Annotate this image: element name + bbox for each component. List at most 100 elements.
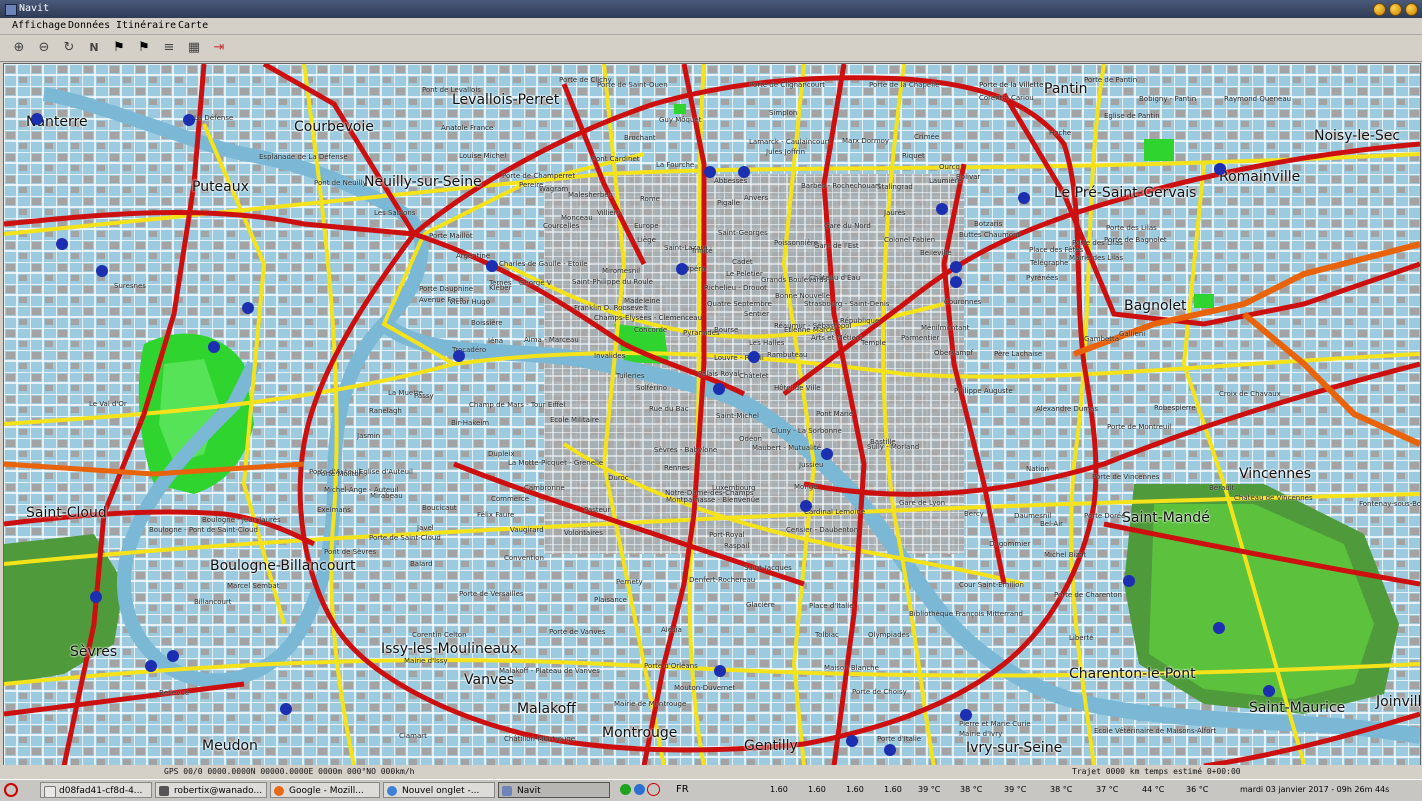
- quit-icon[interactable]: ⇥: [210, 39, 228, 57]
- clock-icon[interactable]: [647, 783, 661, 796]
- app-icon: [5, 4, 17, 16]
- street-label: Porte de Charenton: [1054, 591, 1122, 599]
- temp-7: 36 °C: [1186, 785, 1209, 794]
- street-label: Exelmans: [317, 506, 351, 514]
- street-label: Crimée: [914, 133, 940, 141]
- street-label: Volontaires: [564, 529, 603, 537]
- place-label: Puteaux: [192, 179, 249, 195]
- street-label: Commerce: [491, 495, 529, 503]
- street-label: Denfert-Rochereau: [689, 576, 756, 584]
- street-label: Gare de Lyon: [899, 499, 946, 507]
- menu-itineraire[interactable]: Itinéraire: [116, 18, 176, 34]
- task-item[interactable]: Google - Mozill...: [270, 782, 380, 798]
- street-label: Jules Joffrin: [766, 148, 806, 156]
- place-label: Levallois-Perret: [452, 92, 560, 108]
- place-label: Noisy-le-Sec: [1314, 128, 1401, 144]
- zoom-out-icon[interactable]: ⊖: [35, 39, 53, 57]
- map-canvas[interactable]: Nanterre Courbevoie Levallois-Perret Pan…: [3, 63, 1421, 767]
- street-label: Louvre - Rivoli: [714, 354, 764, 362]
- street-label: Gare de l'Est: [814, 242, 859, 250]
- temp-1: 39 °C: [918, 785, 941, 794]
- street-label: Porte de la Villette: [979, 81, 1044, 89]
- street-label: Jaurès: [884, 209, 906, 217]
- menu-affichage[interactable]: Affichage: [12, 18, 66, 34]
- street-label: Franklin D. Roosevelt: [574, 304, 648, 312]
- start-menu-icon[interactable]: [2, 782, 20, 798]
- street-label: Boulogne - Pont de Saint-Cloud: [149, 526, 258, 534]
- street-label: Buttes Chaumont: [959, 231, 1021, 239]
- toolbar: ⊕ ⊖ ↻ N ⚑ ⚑ ≡ ▦ ⇥: [0, 35, 1422, 62]
- street-label: Maison Blanche: [824, 664, 879, 672]
- street-label: Cambronne: [524, 484, 565, 492]
- destination-flag-icon[interactable]: ⚑: [135, 39, 153, 57]
- menu-donnees[interactable]: Données: [68, 18, 110, 34]
- cpu-load-2: 1.60: [808, 785, 826, 794]
- status-bar: GPS 00/0 0000.0000N 00000.0000E 0000m 00…: [0, 765, 1422, 778]
- network-icon[interactable]: [620, 784, 631, 795]
- street-label: Liberté: [1069, 634, 1094, 642]
- street-label: Porte de Clignancourt: [749, 81, 825, 89]
- maximize-button[interactable]: [1389, 3, 1402, 16]
- menu-carte[interactable]: Carte: [178, 18, 208, 34]
- title-bar: Navit: [0, 0, 1422, 18]
- street-label: Richelieu - Drouot: [704, 284, 767, 292]
- place-label: Malakoff: [517, 701, 576, 717]
- street-label: Montparnasse - Bienvenüe: [666, 496, 760, 504]
- minimize-button[interactable]: [1373, 3, 1386, 16]
- street-label: Boucicaut: [422, 504, 457, 512]
- task-item[interactable]: Nouvel onglet -...: [383, 782, 495, 798]
- zoom-in-icon[interactable]: ⊕: [10, 39, 28, 57]
- street-label: Rambuteau: [767, 351, 808, 359]
- street-label: Convention: [504, 554, 544, 562]
- clock[interactable]: mardi 03 janvier 2017 - 09h 26m 44s: [1240, 782, 1389, 798]
- place-label: Romainville: [1219, 169, 1301, 185]
- street-label: Mairie de Montrouge: [614, 700, 687, 708]
- street-label: Rennes: [664, 464, 690, 472]
- north-icon[interactable]: N: [85, 39, 103, 57]
- street-label: Michel-Ange - Auteuil: [324, 486, 399, 494]
- close-button[interactable]: [1405, 3, 1418, 16]
- street-label: Port-Royal: [709, 531, 745, 539]
- street-label: Télégraphe: [1030, 259, 1069, 267]
- street-label: Pierre et Marie Curie: [959, 720, 1031, 728]
- street-label: Charles de Gaulle - Etoile: [499, 260, 588, 268]
- menu-bar: Affichage Données Itinéraire Carte: [0, 18, 1422, 35]
- start-flag-icon[interactable]: ⚑: [110, 39, 128, 57]
- gps-status: GPS 00/0 0000.0000N 00000.0000E 0000m 00…: [164, 767, 415, 776]
- street-label: Cardinal Lemoine: [804, 508, 866, 516]
- street-label: Temple: [861, 339, 886, 347]
- browser-icon[interactable]: [633, 784, 645, 795]
- street-label: Les Halles: [749, 339, 785, 347]
- street-label: Argentine: [456, 252, 491, 260]
- street-label: Père Lachaise: [994, 350, 1043, 358]
- task-item[interactable]: robertix@wanado...: [155, 782, 267, 798]
- refresh-icon[interactable]: ↻: [60, 39, 78, 57]
- keyboard-layout[interactable]: FR: [676, 782, 689, 798]
- task-item[interactable]: d08fad41-cf8d-4...: [40, 782, 152, 798]
- taskbar: d08fad41-cf8d-4... robertix@wanado... Go…: [0, 779, 1422, 801]
- street-label: Porte des Lilas: [1106, 224, 1157, 232]
- street-label: Saint-Jacques: [744, 564, 792, 572]
- street-label: Vaugirard: [510, 526, 544, 534]
- street-label: Robespierre: [1154, 404, 1196, 412]
- route-status: Trajet 0000 km temps estimé 0+00:00: [1072, 767, 1241, 776]
- street-label: Alésia: [661, 626, 682, 634]
- street-label: Mouton-Duvernet: [674, 684, 736, 692]
- street-label: Pyrénées: [1026, 274, 1059, 282]
- place-label: Saint-Mandé: [1122, 510, 1210, 526]
- street-label: Monge: [794, 483, 818, 491]
- place-label: Nanterre: [26, 114, 88, 130]
- street-label: Porte de Vanves: [549, 628, 606, 636]
- street-label: Monceau: [561, 214, 593, 222]
- task-item-navit[interactable]: Navit: [498, 782, 610, 798]
- street-label: Hôtel de Ville: [774, 384, 821, 392]
- street-label: Dugommier: [989, 540, 1031, 548]
- street-label: Porte de Pantin: [1084, 76, 1138, 84]
- street-label: Ecole Vétérinaire de Maisons-Alfort: [1094, 727, 1217, 735]
- list-icon[interactable]: ≡: [160, 39, 178, 57]
- task-label: Google - Mozill...: [289, 786, 364, 796]
- street-label: Grands Boulevards: [761, 276, 828, 284]
- street-label: Ourcq: [939, 163, 960, 171]
- layout-icon[interactable]: ▦: [185, 39, 203, 57]
- street-label: George V: [519, 279, 552, 287]
